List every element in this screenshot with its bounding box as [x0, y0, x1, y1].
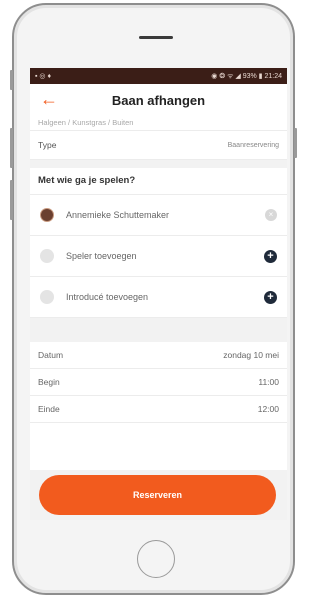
avatar-placeholder	[40, 249, 54, 263]
add-player-icon[interactable]: +	[264, 249, 277, 263]
type-label: Type	[38, 140, 57, 150]
date-label: Datum	[38, 350, 64, 360]
add-introduce-label[interactable]: Introducé toevoegen	[66, 292, 264, 302]
home-button[interactable]	[137, 540, 175, 578]
end-time-label: Einde	[38, 404, 60, 414]
add-player-label[interactable]: Speler toevoegen	[66, 251, 264, 261]
phone-side-button	[10, 70, 13, 90]
page-title: Baan afhangen	[111, 92, 206, 108]
phone-side-button	[294, 128, 297, 158]
type-row: Type Baanreservering	[30, 131, 287, 160]
phone-side-button	[10, 180, 13, 220]
avatar-placeholder	[40, 290, 54, 304]
avatar	[40, 208, 54, 222]
status-right-info: ◉ ❂ ᯤ ◢ 93% ▮ 21:24	[211, 72, 282, 80]
end-time-value[interactable]: 12:00	[258, 404, 279, 414]
players-section-title: Met wie ga je spelen?	[30, 168, 287, 195]
type-value: Baanreservering	[227, 141, 279, 149]
section-gap	[30, 318, 287, 342]
remove-player-icon[interactable]: ×	[265, 209, 277, 221]
start-time-row[interactable]: Begin 11:00	[30, 369, 287, 396]
player-name: Annemieke Schuttemaker	[66, 210, 170, 220]
section-gap	[30, 160, 287, 168]
add-introduce-icon[interactable]: +	[264, 290, 277, 304]
status-left-icons: ▪ ◎ ♦	[35, 73, 52, 80]
date-row[interactable]: Datum zondag 10 mei	[30, 342, 287, 369]
back-arrow-icon[interactable]: ←	[40, 89, 58, 109]
end-time-row[interactable]: Einde 12:00	[30, 396, 287, 423]
app-screen: ▪ ◎ ♦ ◉ ❂ ᯤ ◢ 93% ▮ 21:24 ← Baan afhange…	[30, 68, 287, 520]
status-bar: ▪ ◎ ♦ ◉ ❂ ᯤ ◢ 93% ▮ 21:24	[30, 68, 287, 84]
date-value[interactable]: zondag 10 mei	[223, 350, 279, 360]
app-bar: ← Baan afhangen	[30, 84, 287, 116]
start-time-value[interactable]: 11:00	[258, 377, 279, 387]
player-row-selected: Annemieke Schuttemaker ×	[30, 195, 287, 236]
phone-side-button	[10, 128, 13, 168]
start-time-label: Begin	[38, 377, 60, 387]
reserve-button[interactable]: Reserveren	[39, 475, 276, 515]
court-breadcrumb: Halgeen / Kunstgras / Buiten	[30, 116, 287, 131]
add-introduce-row[interactable]: Introducé toevoegen +	[30, 277, 287, 318]
add-player-row[interactable]: Speler toevoegen +	[30, 236, 287, 277]
phone-speaker	[139, 36, 173, 39]
